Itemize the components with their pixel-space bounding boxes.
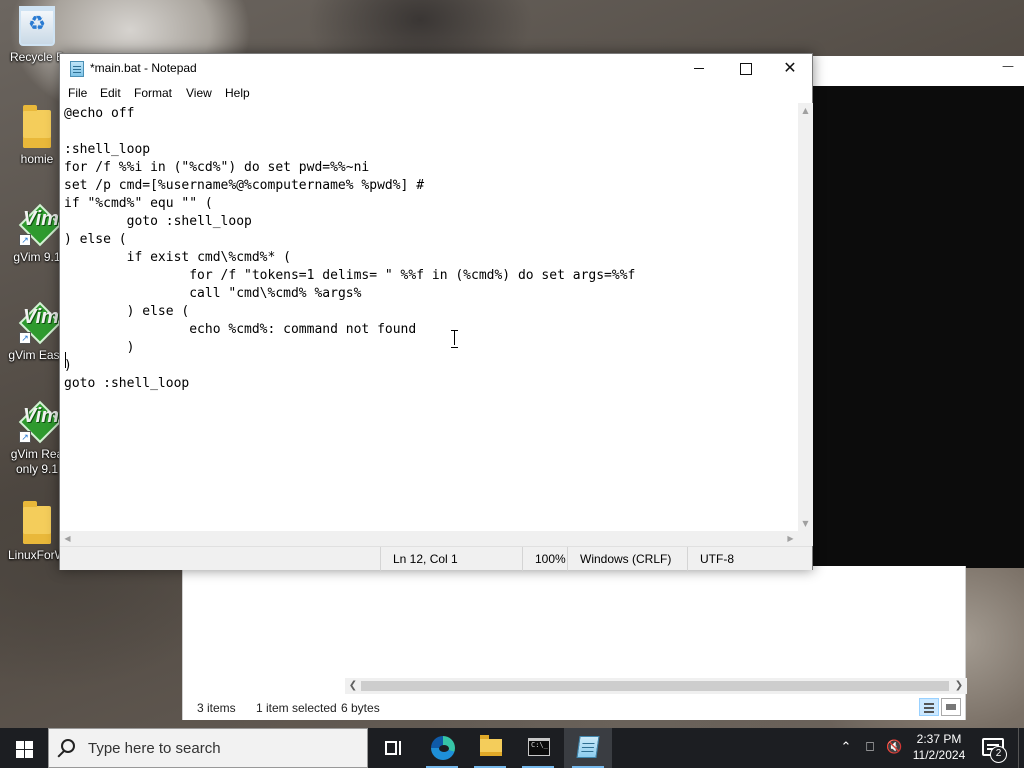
menu-help[interactable]: Help <box>225 86 250 100</box>
volume-muted-icon[interactable]: 🔇 <box>886 740 902 756</box>
taskbar-search[interactable]: Type here to search <box>48 728 368 768</box>
notepad-icon <box>70 61 84 77</box>
command-prompt-icon: C:\_ <box>528 738 550 756</box>
taskbar-command-prompt[interactable]: C:\_ <box>514 728 562 768</box>
notepad-window[interactable]: *main.bat - Notepad ✕ File Edit Format V… <box>59 53 813 571</box>
scrollbar-thumb[interactable] <box>361 681 949 691</box>
selection-size: 6 bytes <box>341 701 380 715</box>
menu-edit[interactable]: Edit <box>100 86 121 100</box>
gvim-icon: Vim ↗ <box>18 400 62 444</box>
taskbar-file-explorer[interactable] <box>466 728 514 768</box>
size-grip[interactable] <box>798 531 813 546</box>
scroll-up-icon[interactable]: ▲ <box>798 103 813 118</box>
search-icon <box>61 739 75 753</box>
file-explorer-window[interactable]: ❮ ❯ 3 items 1 item selected 6 bytes <box>182 566 967 720</box>
search-placeholder: Type here to search <box>88 740 221 757</box>
menu-format[interactable]: Format <box>134 86 172 100</box>
gvim-icon: Vim ↗ <box>18 203 62 247</box>
window-title: *main.bat - Notepad <box>90 61 197 75</box>
text-caret <box>65 352 66 368</box>
cursor-position: Ln 12, Col 1 <box>380 547 522 571</box>
scroll-left-icon[interactable]: ❮ <box>345 678 361 694</box>
folder-icon <box>23 501 51 544</box>
notepad-titlebar[interactable]: *main.bat - Notepad ✕ <box>60 54 812 84</box>
show-desktop-button[interactable] <box>1018 728 1024 768</box>
notepad-status-bar: Ln 12, Col 1 100% Windows (CRLF) UTF-8 <box>60 546 813 571</box>
menu-bar: File Edit Format View Help <box>60 84 812 103</box>
selection-count: 1 item selected <box>256 701 337 715</box>
taskbar: Type here to search C:\_ ⌃ ⎕ 🔇 2:37 PM 1… <box>0 728 1024 768</box>
large-icons-view-button[interactable] <box>941 698 961 716</box>
scroll-down-icon[interactable]: ▼ <box>798 516 813 531</box>
text-editor[interactable]: @echo off :shell_loop for /f %%i in ("%c… <box>60 103 798 531</box>
explorer-status-bar: 3 items 1 item selected 6 bytes <box>183 696 965 720</box>
taskbar-edge[interactable] <box>418 728 466 768</box>
file-explorer-icon <box>480 735 502 756</box>
recycle-bin-icon <box>19 6 55 46</box>
encoding: UTF-8 <box>687 547 813 571</box>
clock-time: 2:37 PM <box>916 732 962 746</box>
menu-view[interactable]: View <box>186 86 212 100</box>
taskbar-notepad[interactable] <box>564 728 612 768</box>
ibeam-cursor-icon <box>450 330 459 348</box>
maximize-button[interactable] <box>722 54 768 84</box>
edge-icon <box>431 736 455 760</box>
line-ending: Windows (CRLF) <box>567 547 687 571</box>
editor-content[interactable]: @echo off :shell_loop for /f %%i in ("%c… <box>64 105 635 393</box>
minimize-icon[interactable]: — <box>1002 59 1014 73</box>
console-window[interactable]: — <box>800 56 1024 568</box>
start-button[interactable] <box>0 728 48 768</box>
system-clock[interactable]: 2:37 PM 11/2/2024 <box>905 731 973 763</box>
chevron-up-icon[interactable]: ⌃ <box>838 740 854 756</box>
details-view-button[interactable] <box>919 698 939 716</box>
clock-date: 11/2/2024 <box>912 748 966 762</box>
gvim-icon: Vim ↗ <box>18 301 62 345</box>
notification-badge: 2 <box>990 746 1007 763</box>
notepad-icon <box>576 736 600 758</box>
horizontal-scrollbar[interactable]: ❮ ❯ <box>345 678 967 694</box>
scroll-right-icon[interactable]: ❯ <box>951 678 967 694</box>
minimize-button[interactable] <box>676 54 722 84</box>
menu-file[interactable]: File <box>68 86 87 100</box>
scroll-left-icon[interactable]: ◀ <box>60 531 75 546</box>
console-titlebar[interactable]: — <box>800 56 1024 86</box>
scroll-right-icon[interactable]: ▶ <box>783 531 798 546</box>
close-button[interactable]: ✕ <box>767 54 813 84</box>
folder-icon <box>23 105 51 148</box>
item-count: 3 items <box>197 701 236 715</box>
vertical-scrollbar[interactable]: ▲ ▼ <box>798 103 813 531</box>
task-view-button[interactable] <box>368 728 416 768</box>
network-icon[interactable]: ⎕ <box>862 740 878 756</box>
horizontal-scrollbar[interactable]: ◀ ▶ <box>60 531 798 546</box>
